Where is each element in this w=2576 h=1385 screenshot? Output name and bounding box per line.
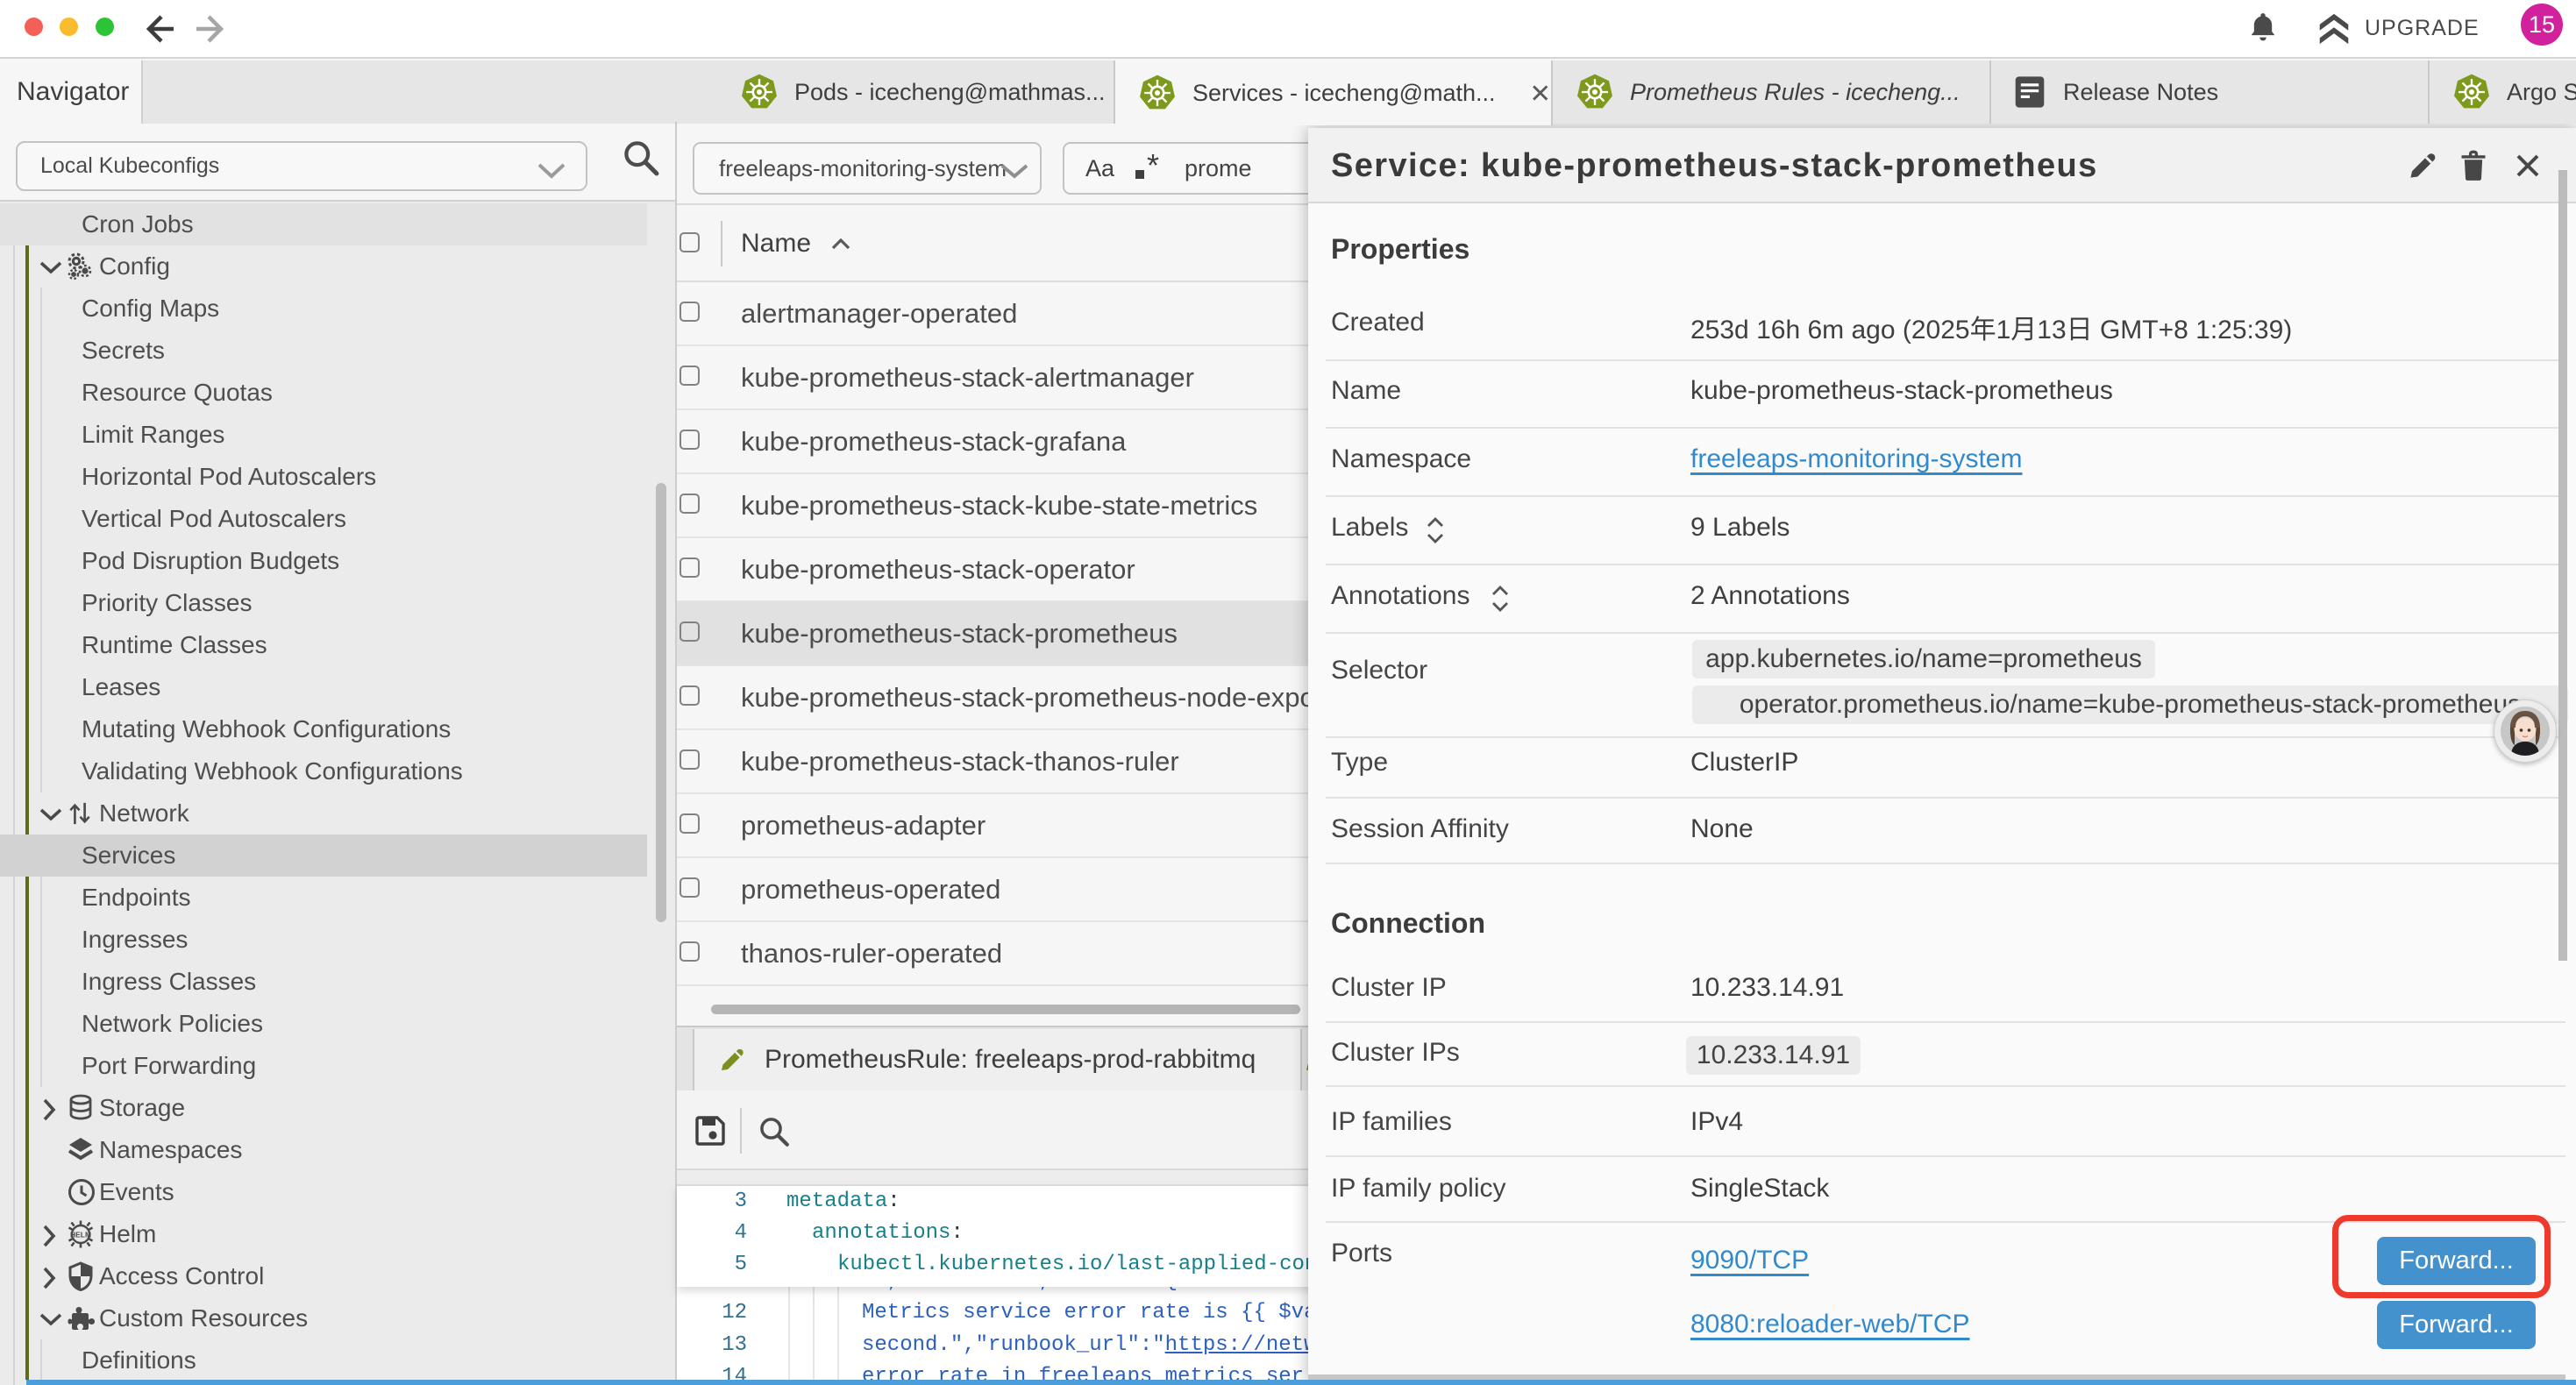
svg-text:*: *: [1147, 152, 1159, 183]
svg-text:HELM: HELM: [70, 1231, 91, 1239]
